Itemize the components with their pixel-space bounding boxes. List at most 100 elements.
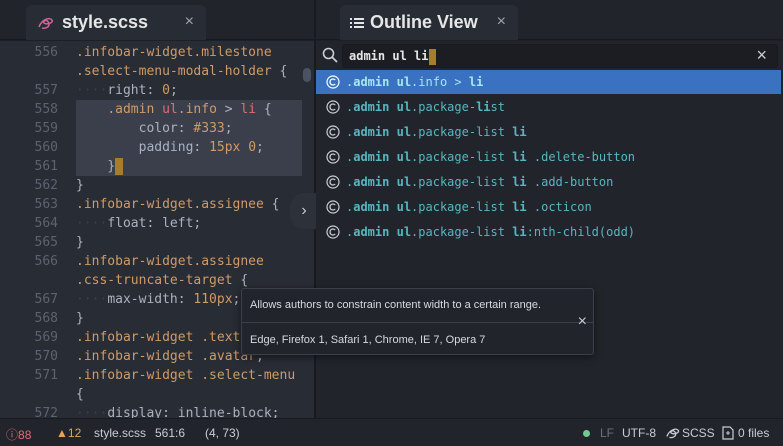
outline-item[interactable]: . admin ul .package-list li:nth-child(odd) [316, 220, 781, 244]
line-number[interactable]: 566 [0, 252, 58, 271]
line-number[interactable]: 572 [0, 404, 58, 418]
match-highlight: li [512, 175, 527, 189]
selector-text: .add-button [526, 175, 614, 189]
code-text: ····.admin ul.info > li { [76, 100, 272, 119]
line-number[interactable]: 568 [0, 309, 58, 328]
changed-files[interactable]: 0 files [722, 426, 769, 440]
line-number[interactable]: 567 [0, 290, 58, 309]
code-line[interactable]: 571 .infobar-widget .select-menu [0, 366, 314, 385]
line-number[interactable]: 571 [0, 366, 58, 385]
close-tab-icon[interactable]: × [185, 13, 194, 31]
code-line[interactable]: 560 ········padding: 15px 0; [0, 138, 314, 157]
code-token: { [263, 197, 280, 212]
line-number[interactable]: 559 [0, 119, 58, 138]
tab-outline-view[interactable]: Outline View × [340, 5, 518, 40]
match-highlight: li [476, 100, 491, 114]
outline-item[interactable]: . admin ul .package-list li .add-button [316, 170, 781, 194]
code-line[interactable]: 556 .infobar-widget.milestone [0, 43, 314, 62]
code-editor[interactable]: 556 .infobar-widget.milestone .select-menu… [0, 41, 314, 418]
class-symbol-icon [326, 150, 340, 164]
code-line[interactable]: 572 ····display: inline-block; [0, 404, 314, 418]
status-file-name[interactable]: style.scss [94, 426, 146, 440]
outline-item[interactable]: . admin ul .package-list li [316, 120, 781, 144]
line-ending[interactable]: LF [600, 426, 614, 440]
code-token: float: left; [107, 216, 202, 231]
warning-count[interactable]: ▲12 [56, 426, 81, 440]
code-line[interactable]: 559 ········color: #333; [0, 119, 314, 138]
editor-scroll-thumb[interactable] [303, 68, 311, 82]
code-token: ; [169, 83, 178, 98]
match-highlight: admin [353, 100, 390, 114]
selector-text [389, 100, 396, 114]
clear-search-icon[interactable]: × [756, 45, 767, 66]
code-line[interactable]: 561 ····} [0, 157, 314, 176]
code-text: ········padding: 15px 0; [76, 138, 264, 157]
code-line[interactable]: 565} [0, 233, 314, 252]
code-text: .select-menu-modal-holder { [76, 62, 287, 81]
outline-view: admin ul li × . admin ul .info > li. admin … [316, 41, 783, 418]
search-icon [322, 47, 338, 63]
class-symbol-icon [326, 75, 340, 89]
code-line[interactable]: 566 .infobar-widget.assignee [0, 252, 314, 271]
line-number[interactable]: 561 [0, 157, 58, 176]
code-text: ····display: inline-block; [76, 404, 280, 418]
line-number[interactable]: 563 [0, 195, 58, 214]
outline-search-input[interactable]: admin ul li [342, 44, 778, 68]
error-count[interactable]: ⓘ88 [6, 426, 31, 443]
code-text: { [76, 385, 84, 404]
line-number[interactable]: 556 [0, 43, 58, 62]
selector-text [389, 175, 396, 189]
line-number[interactable]: 562 [0, 176, 58, 195]
code-token: } [107, 159, 116, 174]
code-line[interactable]: 558 ····.admin ul.info > li { [0, 100, 314, 119]
editor-scrollbar[interactable] [302, 41, 312, 418]
git-status-dot-icon [583, 430, 590, 437]
match-highlight: ul [396, 150, 412, 164]
outline-search-row: admin ul li × [316, 41, 783, 71]
outline-item[interactable]: . admin ul .package-li st [316, 95, 781, 119]
selector-text: . [346, 225, 354, 239]
close-tooltip-icon[interactable]: × [578, 313, 587, 331]
line-number[interactable]: 564 [0, 214, 58, 233]
cursor-position[interactable]: 561:6 [155, 426, 185, 440]
code-token: #333 [193, 121, 225, 136]
line-number[interactable]: 565 [0, 233, 58, 252]
toggle-outline-chevron-icon[interactable]: › [290, 193, 318, 229]
indent-guide: ···· [76, 102, 108, 117]
selector-text [389, 200, 396, 214]
line-number[interactable]: 569 [0, 328, 58, 347]
class-symbol-icon [326, 125, 340, 139]
code-text: .infobar-widget .select-menu [76, 366, 295, 385]
code-token: display: inline-block; [107, 406, 280, 418]
code-line[interactable]: { [0, 385, 314, 404]
code-token: } [76, 235, 84, 250]
outline-item[interactable]: . admin ul .package-list li .delete-button [316, 145, 781, 169]
sass-icon [38, 17, 54, 29]
match-highlight: admin [353, 175, 390, 189]
code-line[interactable]: 557 ····right: 0; [0, 81, 314, 100]
line-number[interactable]: 560 [0, 138, 58, 157]
tab-style-scss[interactable]: style.scss × [26, 5, 206, 40]
code-line[interactable]: .select-menu-modal-holder { [0, 62, 314, 81]
code-token: { [256, 102, 272, 117]
code-line[interactable]: 562} [0, 176, 314, 195]
code-token: .admin [107, 102, 163, 117]
grammar-selector[interactable]: SCSS [664, 426, 715, 440]
close-tab-icon[interactable]: × [497, 13, 506, 31]
code-token: .infobar-widget.assignee [76, 197, 264, 212]
file-encoding[interactable]: UTF-8 [622, 426, 656, 440]
code-token: } [76, 311, 84, 326]
line-number[interactable]: 570 [0, 347, 58, 366]
selector-text: st [490, 100, 505, 114]
line-number[interactable]: 557 [0, 81, 58, 100]
code-token: } [76, 178, 84, 193]
tab-title: Outline View [370, 12, 478, 32]
outline-item[interactable]: . admin ul .package-list li .octicon [316, 195, 781, 219]
code-line[interactable]: 564 ····float: left; [0, 214, 314, 233]
selector-text: .package- [411, 100, 477, 114]
line-number[interactable]: 558 [0, 100, 58, 119]
outline-item[interactable]: . admin ul .info > li [316, 70, 781, 94]
code-line[interactable]: 563 .infobar-widget.assignee { [0, 195, 314, 214]
code-text: ····float: left; [76, 214, 201, 233]
code-token: .infobar-widget .avatar [76, 349, 257, 364]
